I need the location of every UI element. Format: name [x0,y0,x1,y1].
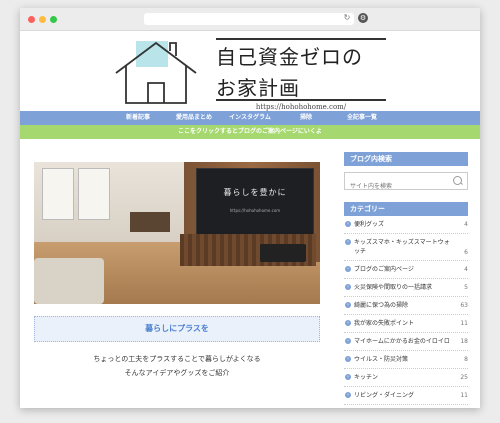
hero-rug [34,258,104,304]
site-url: https://hohohohome.com/ [255,103,347,111]
category-label: リビング・ダイニング [354,392,415,399]
category-label: 火災保険や間取りの一括請求 [354,284,433,291]
browser-window: ↻ ⚙ 自己資金ゼロの お家計画 https://hohohohome.com/… [20,8,480,408]
category-label: キッチン [354,374,379,381]
category-count: 18 [460,338,468,345]
category-item[interactable]: › キッズスマホ・キッズスマートウォッチ 6 [344,234,468,261]
hero-speaker [260,244,306,262]
category-item[interactable]: › キッチン 25 [344,369,468,387]
hero-window-right [78,168,110,220]
category-label: 我が家の失敗ポイント [354,320,415,327]
category-count: 4 [464,221,468,228]
category-count: 25 [460,374,468,381]
category-count: 5 [464,284,468,291]
category-label: ウイルス・防災対策 [354,356,409,363]
category-item[interactable]: › 火災保険や間取りの一括請求 5 [344,279,468,297]
hero-tv: 暮らしを豊かに https://hohohohome.com [196,168,314,238]
chevron-right-icon: › [345,392,351,398]
category-item[interactable]: › 我が家の失敗ポイント 11 [344,315,468,333]
description-line1: ちょっとの工夫をプラスすることで暮らしがよくなる [93,355,261,363]
main-content: 暮らしを豊かに https://hohohohome.com 暮らしにプラスを … [34,162,320,380]
search-box [344,172,468,195]
nav-item-favorites[interactable]: 愛用品まとめ [166,111,222,125]
nav-item-new-articles[interactable]: 新着記事 [110,111,166,125]
site-title[interactable]: 自己資金ゼロの お家計画 https://hohohohome.com/ [216,38,386,111]
category-item[interactable]: › 綺麗に保つ為の掃除 63 [344,297,468,315]
chevron-right-icon: › [345,266,351,272]
minimize-window-icon[interactable] [39,16,46,23]
site-header: 自己資金ゼロの お家計画 https://hohohohome.com/ [20,31,480,111]
chevron-right-icon: › [345,221,351,227]
reload-icon[interactable]: ↻ [342,13,352,23]
category-count: 63 [460,302,468,309]
section-title: 暮らしにプラスを [34,316,320,342]
maximize-window-icon[interactable] [50,16,57,23]
address-bar[interactable] [144,13,354,25]
category-item[interactable]: › リビング・ダイニング 11 [344,387,468,405]
search-input[interactable] [345,178,450,195]
site-title-line1: 自己資金ゼロの [216,45,363,69]
extension-icon[interactable]: ⚙ [358,13,368,23]
global-nav: 新着記事 愛用品まとめ インスタグラム 掃除 全記事一覧 [20,111,480,125]
hero-window-left [42,168,74,220]
category-count: 11 [460,392,468,399]
nav-item-all-articles[interactable]: 全記事一覧 [334,111,390,125]
chevron-right-icon: › [345,374,351,380]
chevron-right-icon: › [345,284,351,290]
category-widget-heading: カテゴリー [344,202,468,216]
search-icon[interactable] [453,176,462,185]
title-bottom-rule [216,99,386,101]
chevron-right-icon: › [345,302,351,308]
category-item[interactable]: › マイホームにかかるお金のイロイロ 18 [344,333,468,351]
nav-item-instagram[interactable]: インスタグラム [222,111,278,125]
hero-table [130,212,170,232]
site-title-line2: お家計画 [216,76,300,100]
chevron-right-icon: › [345,338,351,344]
chevron-right-icon: › [345,239,351,245]
browser-chrome: ↻ ⚙ [20,8,480,31]
category-count: 11 [460,320,468,327]
chevron-right-icon: › [345,320,351,326]
search-widget-heading: ブログ内検索 [344,152,468,166]
description-line2: そんなアイデアやグッズをご紹介 [124,369,230,377]
category-item[interactable]: › ブログのご案内ページ 4 [344,261,468,279]
category-item[interactable]: › 便利グッズ 4 [344,216,468,234]
section-description: ちょっとの工夫をプラスすることで暮らしがよくなる そんなアイデアやグッズをご紹介 [34,352,320,380]
sidebar: ブログ内検索 カテゴリー ›便利グッズ4 ›キッズスマホ・キッズスマートウォッチ… [344,152,468,405]
category-count: 4 [464,266,468,273]
category-label: 便利グッズ [354,221,385,228]
hero-tv-text: 暮らしを豊かに [223,188,287,197]
category-label: 綺麗に保つ為の掃除 [354,302,409,309]
house-logo-icon[interactable] [114,37,198,107]
close-window-icon[interactable] [28,16,35,23]
nav-item-cleaning[interactable]: 掃除 [278,111,334,125]
category-item[interactable]: › ウイルス・防災対策 8 [344,351,468,369]
category-label: マイホームにかかるお金のイロイロ [354,338,450,345]
title-top-rule [216,38,386,40]
notice-banner-link[interactable]: ここをクリックするとブログのご案内ページにいくよ [20,125,480,139]
category-label: ブログのご案内ページ [354,266,414,273]
hero-image[interactable]: 暮らしを豊かに https://hohohohome.com [34,162,320,304]
hero-tv-url: https://hohohohome.com [229,208,281,213]
category-count: 8 [464,356,468,363]
chevron-right-icon: › [345,356,351,362]
category-label: キッズスマホ・キッズスマートウォッチ [354,239,450,255]
category-list: › 便利グッズ 4 › キッズスマホ・キッズスマートウォッチ 6 › ブログのご案内ページ… [344,216,468,405]
category-count: 6 [464,249,468,256]
